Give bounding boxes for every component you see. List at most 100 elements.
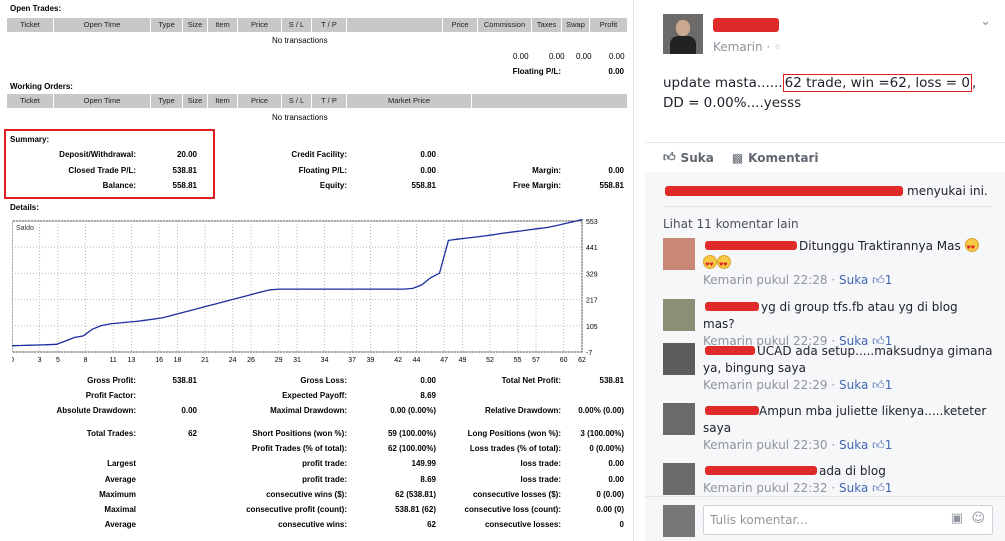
saldo-point bbox=[581, 219, 583, 221]
saldo-point bbox=[269, 289, 271, 291]
saldo-point bbox=[38, 344, 40, 346]
saldo-point bbox=[216, 302, 218, 305]
avg-losses-value: 0 bbox=[619, 520, 624, 529]
comment-input[interactable]: Tulis komentar... bbox=[703, 505, 993, 535]
post-time[interactable]: Kemarin · ◦ bbox=[713, 40, 781, 54]
x-tick-label: 18 bbox=[174, 357, 182, 364]
x-tick-label: 52 bbox=[486, 357, 494, 364]
loss-trades-label: Loss trades (% of total): bbox=[469, 444, 561, 453]
credit-label: Credit Facility: bbox=[291, 150, 347, 159]
average-loss-label: loss trade: bbox=[520, 475, 561, 484]
maximum-label: Maximum bbox=[99, 490, 136, 499]
wo-col-sl: S / L bbox=[282, 94, 312, 108]
commenter-avatar[interactable] bbox=[663, 403, 695, 435]
camera-icon[interactable]: ▣ bbox=[951, 511, 963, 526]
x-tick-label: 0 bbox=[12, 357, 14, 364]
commenter-avatar[interactable] bbox=[663, 463, 695, 495]
globe-icon: ◦ bbox=[774, 40, 782, 54]
largest-loss-label: loss trade: bbox=[520, 459, 561, 468]
largest-profit-value: 149.99 bbox=[411, 459, 436, 468]
saldo-point bbox=[376, 288, 378, 290]
balance-value: 558.81 bbox=[172, 181, 197, 190]
saldo-point bbox=[510, 231, 512, 233]
working-orders-title: Working Orders: bbox=[10, 82, 73, 91]
max-drawdown-label: Maximal Drawdown: bbox=[270, 406, 347, 415]
open-trades-empty: No transactions bbox=[272, 36, 328, 45]
chevron-down-icon[interactable]: ⌄ bbox=[980, 14, 991, 29]
commenter-avatar[interactable] bbox=[663, 238, 695, 270]
saldo-point bbox=[492, 234, 494, 236]
comment-text: yg di group tfs.fb atau yg di blog mas? bbox=[703, 300, 958, 331]
x-tick-label: 21 bbox=[201, 357, 209, 364]
avg-losses-label: consecutive losses: bbox=[484, 520, 561, 529]
comment-like-link[interactable]: Suka bbox=[839, 481, 868, 495]
x-tick-label: 11 bbox=[109, 357, 116, 364]
saldo-point bbox=[332, 288, 334, 290]
working-orders-header: Ticket Open Time Type Size Item Price S … bbox=[7, 94, 627, 108]
saldo-point bbox=[367, 288, 369, 290]
facebook-post: Kemarin · ◦ ⌄ update masta...... 62 trade… bbox=[645, 0, 1005, 541]
balance-chart: Saldo 553 441 329 217 105 -7 0 3 5 8 11 13 16 18 21 24 2… bbox=[10, 218, 624, 369]
saldo-point bbox=[474, 236, 476, 238]
saldo-point bbox=[242, 295, 245, 298]
maximal-loss-label: consecutive loss (count): bbox=[464, 505, 561, 514]
commenter-avatar[interactable] bbox=[663, 343, 695, 375]
saldo-point bbox=[162, 317, 165, 319]
wo-col-open-time: Open Time bbox=[54, 94, 151, 108]
total-commission: 0.00 bbox=[513, 52, 529, 61]
comment-meta: Kemarin pukul 22:30 · Suka 👍︎1 bbox=[703, 438, 893, 452]
comment-button[interactable]: ▩ Komentari bbox=[732, 151, 819, 165]
x-tick-label: 16 bbox=[155, 357, 163, 364]
likes-summary[interactable]: menyukai ini. bbox=[663, 184, 988, 198]
saldo-point bbox=[296, 288, 298, 290]
y-tick-label: 217 bbox=[586, 298, 598, 305]
saldo-point bbox=[358, 288, 360, 290]
x-tick-label: 60 bbox=[560, 357, 568, 364]
equity-label: Equity: bbox=[319, 181, 347, 190]
margin-label: Margin: bbox=[532, 166, 561, 175]
saldo-point bbox=[385, 288, 387, 290]
comment-like-link[interactable]: Suka bbox=[839, 378, 868, 392]
emoji-icon[interactable]: ☺ bbox=[971, 511, 985, 526]
comment-like-link[interactable]: Suka bbox=[839, 438, 868, 452]
saldo-point bbox=[429, 277, 432, 279]
saldo-point bbox=[234, 298, 236, 300]
col-size: Size bbox=[183, 18, 208, 32]
saldo-point bbox=[501, 232, 503, 234]
saldo-point bbox=[314, 288, 316, 290]
saldo-point bbox=[171, 314, 173, 316]
comment-like-link[interactable]: Suka bbox=[839, 273, 868, 287]
total-trades-value: 62 bbox=[188, 429, 197, 438]
highlighted-text-box: 62 trade, win =62, loss = 0 bbox=[782, 74, 972, 92]
open-trades-title: Open Trades: bbox=[10, 4, 62, 13]
saldo-point bbox=[82, 335, 84, 337]
saldo-point bbox=[198, 307, 200, 309]
saldo-point bbox=[527, 229, 530, 231]
x-tick-label: 5 bbox=[56, 357, 60, 364]
comment-text: ada di blog bbox=[819, 464, 886, 478]
wo-col-ticket: Ticket bbox=[7, 94, 54, 108]
credit-value: 0.00 bbox=[420, 150, 436, 159]
commenter-avatar[interactable] bbox=[663, 299, 695, 331]
saldo-point bbox=[403, 288, 405, 290]
view-more-comments-link[interactable]: Lihat 11 komentar lain bbox=[663, 217, 799, 231]
saldo-point bbox=[29, 344, 31, 346]
wo-col-item: Item bbox=[208, 94, 238, 108]
thumbs-up-icon: 👍︎ bbox=[872, 273, 885, 287]
x-tick-label: 39 bbox=[367, 357, 375, 364]
saldo-point bbox=[545, 226, 547, 229]
saldo-point bbox=[554, 225, 556, 227]
author-avatar[interactable] bbox=[663, 14, 703, 54]
current-user-avatar bbox=[663, 505, 695, 537]
total-profit: 0.00 bbox=[609, 52, 625, 61]
like-button[interactable]: 👍︎ Suka bbox=[663, 150, 714, 165]
saldo-point bbox=[64, 340, 67, 342]
saldo-point bbox=[519, 230, 521, 232]
wo-col-type: Type bbox=[151, 94, 183, 108]
saldo-point bbox=[349, 288, 352, 290]
saldo-point bbox=[20, 344, 22, 347]
x-tick-label: 13 bbox=[128, 357, 136, 364]
comment-item: Ampun mba juliette likenya.....keteter s… bbox=[663, 403, 993, 455]
x-tick-label: 3 bbox=[38, 357, 42, 364]
saldo-point bbox=[118, 322, 120, 324]
